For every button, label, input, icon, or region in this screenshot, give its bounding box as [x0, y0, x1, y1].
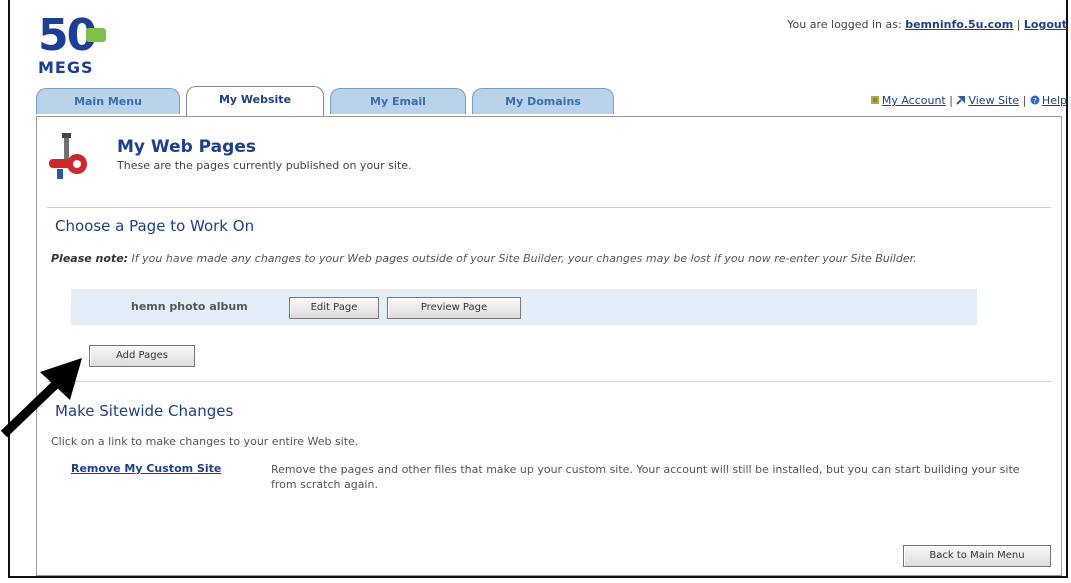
view-site-link[interactable]: View Site: [968, 94, 1019, 107]
note-label: Please note:: [51, 252, 129, 265]
logo-text: MEGS: [38, 58, 94, 77]
login-status: You are logged in as: bemninfo.5u.com | …: [787, 18, 1067, 31]
back-to-main-menu-button[interactable]: Back to Main Menu: [903, 545, 1051, 567]
sitewide-description: Click on a link to make changes to your …: [51, 435, 359, 448]
login-prefix: You are logged in as:: [787, 18, 902, 31]
page-name: hemn photo album: [131, 300, 248, 313]
page-subtitle: These are the pages currently published …: [117, 159, 412, 172]
add-pages-button[interactable]: Add Pages: [89, 345, 195, 367]
note-text: If you have made any changes to your Web…: [128, 252, 917, 265]
divider: [47, 207, 1051, 208]
toplinks-separator: |: [949, 94, 953, 107]
arrow-icon: [0, 358, 82, 438]
remove-custom-site-link[interactable]: Remove My Custom Site: [71, 462, 221, 475]
help-icon: ?: [1030, 95, 1040, 105]
tab-my-email[interactable]: My Email: [330, 88, 466, 114]
main-content: My Web Pages These are the pages current…: [36, 116, 1062, 576]
page-title: My Web Pages: [117, 137, 256, 157]
edit-page-button[interactable]: Edit Page: [289, 297, 379, 319]
choose-page-heading: Choose a Page to Work On: [55, 217, 255, 235]
logo-green-square: [86, 28, 106, 42]
tools-icon: [49, 133, 87, 179]
tab-main-menu[interactable]: Main Menu: [36, 88, 180, 114]
tab-my-website[interactable]: My Website: [186, 86, 324, 116]
top-links: My Account | View Site | ? Help: [870, 94, 1067, 107]
login-user-link[interactable]: bemninfo.5u.com: [905, 18, 1013, 31]
login-separator: |: [1016, 18, 1021, 31]
toplinks-separator: |: [1022, 94, 1027, 107]
svg-text:?: ?: [1033, 97, 1037, 105]
view-site-icon: [956, 96, 966, 105]
logout-link[interactable]: Logout: [1024, 18, 1067, 31]
page-list-row: hemn photo album Edit Page Preview Page: [71, 289, 977, 325]
tab-my-domains[interactable]: My Domains: [472, 88, 614, 114]
preview-page-button[interactable]: Preview Page: [387, 297, 521, 319]
divider: [47, 381, 1051, 382]
account-icon: [870, 96, 879, 104]
my-account-link[interactable]: My Account: [882, 94, 946, 107]
fiftymegs-logo[interactable]: 50 MEGS: [38, 14, 128, 84]
remove-site-description: Remove the pages and other files that ma…: [271, 463, 1020, 491]
help-link[interactable]: Help: [1042, 94, 1067, 107]
site-builder-note: Please note: If you have made any change…: [51, 251, 1041, 266]
